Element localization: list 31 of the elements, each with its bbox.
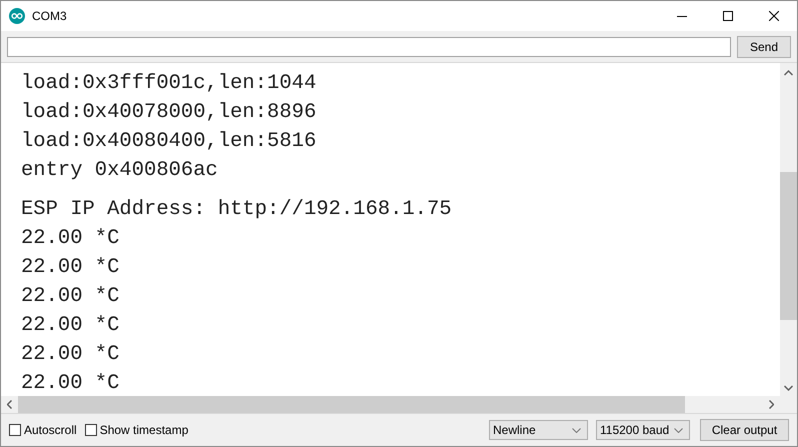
chevron-down-icon [572,428,581,432]
console-line: 22.00 *C [21,342,120,368]
scrollbar-thumb[interactable] [780,172,797,320]
scrollbar-thumb[interactable] [18,396,685,413]
console-line: 22.00 *C [21,313,120,339]
clear-output-button[interactable]: Clear output [700,419,789,441]
line-ending-dropdown[interactable]: Newline [489,420,588,440]
console-line: load:0x40080400,len:5816 [21,129,318,155]
maximize-icon [723,11,733,21]
console-line: load:0x3fff001c,len:1044 [21,71,318,97]
close-icon [769,11,779,21]
chevron-down-icon [674,428,683,432]
baud-rate-dropdown[interactable]: 115200 baud [596,420,690,440]
console-line: load:0x40078000,len:8896 [21,100,318,126]
send-button[interactable]: Send [737,36,791,58]
checkbox-label[interactable]: Show timestamp [100,423,188,437]
checkbox[interactable] [84,424,97,436]
console-line: entry 0x400806ac [21,158,219,184]
console-line: 22.00 *C [21,226,120,252]
console-line: 22.00 *C [21,284,120,310]
scroll-right-icon[interactable] [769,400,774,409]
console-line: 22.00 *C [21,255,120,281]
vertical-scrollbar[interactable] [780,63,797,396]
app-logo-icon [9,8,25,24]
checkbox[interactable] [9,424,21,436]
message-input-field[interactable] [7,37,731,57]
checkbox-label[interactable]: Autoscroll [24,423,77,437]
console-line: ESP IP Address: http://192.168.1.75 [21,197,453,223]
console-line: 22.00 *C [21,371,120,396]
window-title: COM3 [32,9,68,23]
scroll-left-icon[interactable] [7,400,12,409]
